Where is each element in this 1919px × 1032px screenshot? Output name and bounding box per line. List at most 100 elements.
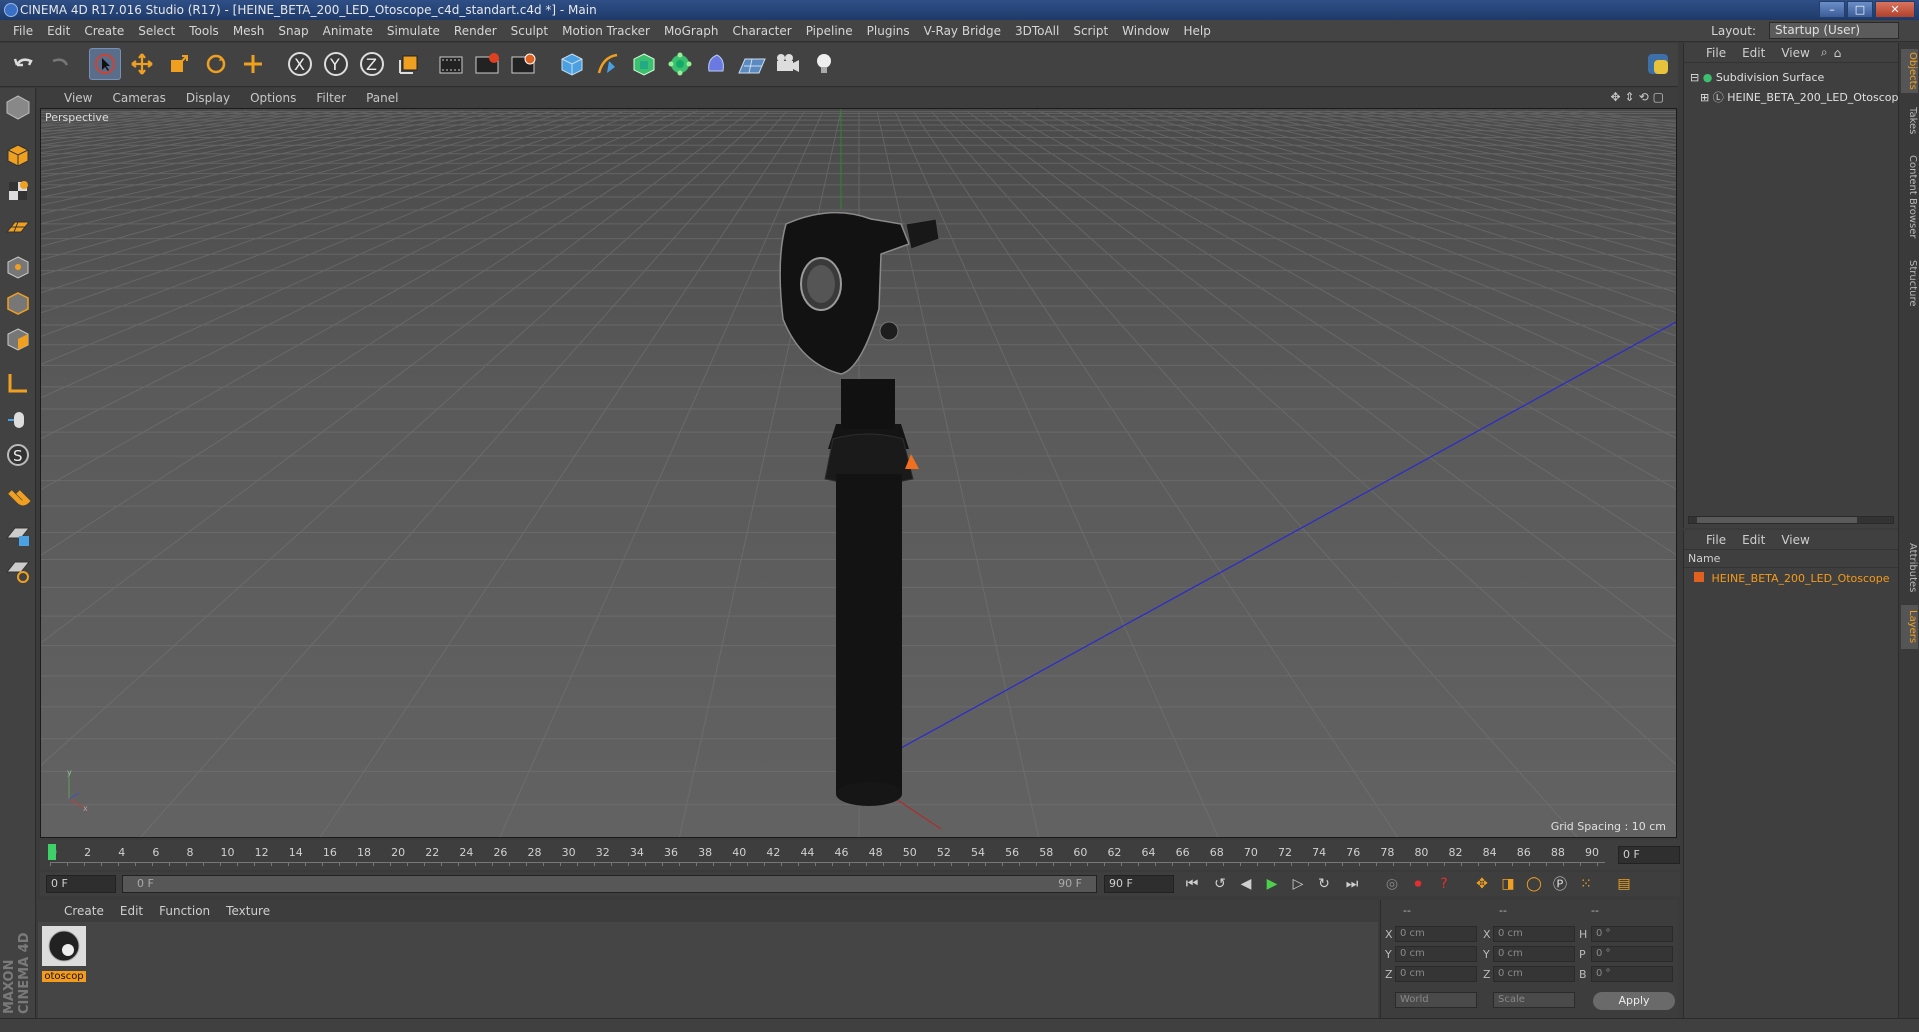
autokeying-icon[interactable]: ⏺ (1406, 872, 1430, 896)
select-tool-icon[interactable] (89, 48, 121, 80)
menu-simulate[interactable]: Simulate (380, 24, 447, 38)
menu-motion-tracker[interactable]: Motion Tracker (555, 24, 657, 38)
timeline-window-icon[interactable]: ▤ (1612, 872, 1636, 896)
rot-h-field[interactable]: 0 ° (1591, 926, 1673, 942)
menu-render[interactable]: Render (447, 24, 504, 38)
play-forward-icon[interactable]: ▶ (1260, 872, 1284, 896)
tab-structure[interactable]: Structure (1901, 253, 1918, 313)
tweak-mode-icon[interactable] (3, 404, 33, 434)
texture-mode-icon[interactable] (3, 176, 33, 206)
menu-pipeline[interactable]: Pipeline (799, 24, 860, 38)
preview-range-slider[interactable]: 0 F 90 F (122, 875, 1097, 893)
menu-tools[interactable]: Tools (182, 24, 226, 38)
menu-select[interactable]: Select (131, 24, 182, 38)
pen-spline-icon[interactable] (592, 48, 624, 80)
objects-menu-edit[interactable]: Edit (1734, 46, 1773, 60)
render-to-picture-viewer-icon[interactable] (472, 48, 504, 80)
apply-button[interactable]: Apply (1593, 992, 1675, 1010)
cloner-icon[interactable] (664, 48, 696, 80)
points-mode-icon[interactable] (3, 252, 33, 282)
close-button[interactable]: ✕ (1875, 1, 1915, 18)
axis-mode-icon[interactable] (3, 368, 33, 398)
scale-tool-icon[interactable] (163, 48, 195, 80)
viewport-menu-view[interactable]: View (54, 91, 102, 105)
record-active-objects-icon[interactable]: ◎ (1380, 872, 1404, 896)
current-frame-field[interactable]: 0 F (1618, 846, 1680, 864)
menu-create[interactable]: Create (77, 24, 131, 38)
end-frame-field[interactable]: 90 F (1104, 875, 1174, 893)
workplane-lock-icon[interactable] (3, 520, 33, 550)
size-z-field[interactable]: 0 cm (1493, 966, 1575, 982)
z-axis-lock-icon[interactable]: Z (356, 48, 388, 80)
position-key-icon[interactable]: ✥ (1470, 872, 1494, 896)
objects-home-icon[interactable]: ⌂ (1831, 46, 1845, 60)
rot-b-field[interactable]: 0 ° (1591, 966, 1673, 982)
menu-animate[interactable]: Animate (316, 24, 380, 38)
cube-primitive-icon[interactable] (556, 48, 588, 80)
expand-toggle-icon[interactable]: ⊟ (1690, 71, 1699, 84)
maximize-button[interactable]: □ (1847, 1, 1873, 18)
camera-icon[interactable] (772, 48, 804, 80)
size-mode-dropdown[interactable]: Scale (1493, 992, 1575, 1008)
menu-script[interactable]: Script (1066, 24, 1115, 38)
tab-takes[interactable]: Takes (1901, 101, 1918, 141)
tree-item-otoscope[interactable]: ⊞ Ⓛ HEINE_BETA_200_LED_Otoscope (1700, 89, 1905, 105)
move-tool-icon[interactable] (126, 48, 158, 80)
layers-menu-file[interactable]: File (1698, 533, 1734, 547)
start-frame-field[interactable]: 0 F (46, 875, 116, 893)
go-to-end-icon[interactable]: ⏭ (1340, 872, 1364, 896)
size-x-field[interactable]: 0 cm (1493, 926, 1575, 942)
pos-z-field[interactable]: 0 cm (1395, 966, 1477, 982)
menu-snap[interactable]: Snap (271, 24, 315, 38)
tab-layers[interactable]: Layers (1901, 605, 1918, 649)
viewport-menu-display[interactable]: Display (176, 91, 240, 105)
objects-menu-view[interactable]: View (1773, 46, 1817, 60)
magnet-snap-icon[interactable] (3, 482, 33, 512)
scale-key-icon[interactable]: ◨ (1496, 872, 1520, 896)
coordinate-mode-dropdown[interactable]: World (1395, 992, 1477, 1008)
y-axis-lock-icon[interactable]: Y (320, 48, 352, 80)
menu-help[interactable]: Help (1176, 24, 1217, 38)
tab-content-browser[interactable]: Content Browser (1901, 147, 1918, 247)
material-menu-create[interactable]: Create (56, 904, 112, 918)
viewport-maximize-icon[interactable]: ▢ (1653, 90, 1664, 104)
tree-item-subdivision-surface[interactable]: ⊟ ● Subdivision Surface (1690, 71, 1824, 84)
next-key-icon[interactable]: ↻ (1312, 872, 1336, 896)
make-editable-icon[interactable] (3, 92, 33, 122)
floor-icon[interactable] (736, 48, 768, 80)
subdivision-surface-icon[interactable] (628, 48, 660, 80)
menu-mograph[interactable]: MoGraph (657, 24, 726, 38)
edges-mode-icon[interactable] (3, 288, 33, 318)
perspective-viewport[interactable]: y x Perspective Grid Spacing : 10 cm (40, 108, 1677, 838)
expand-toggle-icon[interactable]: ⊞ (1700, 91, 1709, 104)
viewport-menu-cameras[interactable]: Cameras (102, 91, 175, 105)
rot-p-field[interactable]: 0 ° (1591, 946, 1673, 962)
redo-icon[interactable] (44, 48, 76, 80)
viewport-menu-panel[interactable]: Panel (356, 91, 408, 105)
menu-vray-bridge[interactable]: V-Ray Bridge (917, 24, 1008, 38)
python-icon[interactable] (1642, 48, 1674, 80)
otoscope-model[interactable] (779, 211, 940, 806)
workplane-rotate-icon[interactable] (3, 556, 33, 586)
layers-menu-edit[interactable]: Edit (1734, 533, 1773, 547)
viewport-menu-options[interactable]: Options (240, 91, 306, 105)
minimize-button[interactable]: – (1819, 1, 1845, 18)
layer-item-otoscope[interactable]: HEINE_BETA_200_LED_Otoscope (1694, 572, 1890, 585)
playhead-marker[interactable] (48, 844, 56, 860)
material-menu-edit[interactable]: Edit (112, 904, 151, 918)
next-frame-icon[interactable]: ▷ (1286, 872, 1310, 896)
material-menu-texture[interactable]: Texture (218, 904, 278, 918)
material-menu-function[interactable]: Function (151, 904, 218, 918)
workplane-mode-icon[interactable] (3, 212, 33, 242)
previous-key-icon[interactable]: ↺ (1208, 872, 1232, 896)
live-selection-icon[interactable] (237, 48, 269, 80)
rotation-key-icon[interactable]: ◯ (1522, 872, 1546, 896)
menu-3dtoall[interactable]: 3DToAll (1008, 24, 1066, 38)
menu-plugins[interactable]: Plugins (860, 24, 917, 38)
viewport-menu-filter[interactable]: Filter (306, 91, 356, 105)
render-settings-icon[interactable] (508, 48, 540, 80)
menu-mesh[interactable]: Mesh (226, 24, 272, 38)
menu-sculpt[interactable]: Sculpt (504, 24, 555, 38)
pla-key-icon[interactable]: ⁙ (1574, 872, 1598, 896)
deformer-icon[interactable] (700, 48, 732, 80)
